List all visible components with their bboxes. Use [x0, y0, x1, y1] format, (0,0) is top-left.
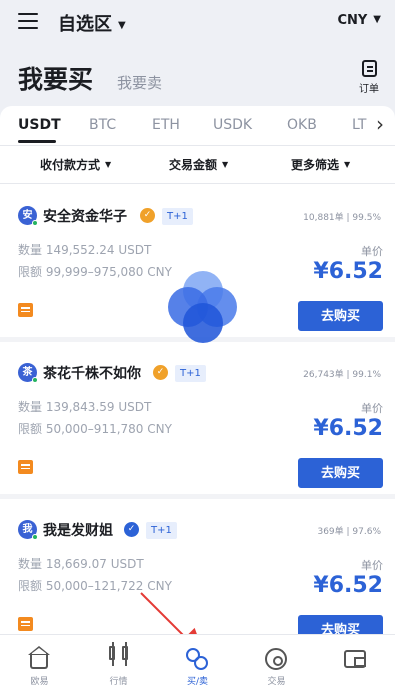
quantity-text: 数量 18,669.07 USDT [18, 557, 144, 571]
market-panel: USDT BTC ETH USDK OKB LT › 收付款方式 ▼ 交易金额 ▼ … [0, 106, 395, 645]
filter-label: 更多筛选 [291, 158, 340, 172]
filter-label: 收付款方式 [40, 158, 101, 172]
buy-sell-icon [186, 648, 208, 670]
t-plus-badge: T+1 [146, 522, 177, 539]
buy-button[interactable]: 去购买 [298, 301, 383, 331]
home-icon [30, 653, 48, 669]
verified-badge-icon: ✓ [140, 208, 155, 223]
merchant-card: 我 我是发财姐 ✓ T+1 369单 | 97.6% 数量 18,669.07 … [0, 499, 395, 645]
verified-badge-icon: ✓ [153, 365, 168, 380]
filter-bar: 收付款方式 ▼ 交易金额 ▼ 更多筛选 ▼ [0, 145, 395, 183]
avatar-text: 茶 [22, 367, 33, 378]
document-icon [361, 60, 377, 77]
avatar[interactable]: 茶 [18, 363, 38, 383]
unit-price: ¥6.52 [313, 416, 383, 441]
nav-label: 交易 [267, 677, 286, 687]
chevron-right-icon[interactable]: › [370, 114, 390, 134]
verified-badge-icon: ✓ [124, 522, 139, 537]
chevron-down-icon: ▼ [222, 160, 229, 169]
chevron-down-icon: ▼ [118, 20, 126, 31]
nav-trade[interactable]: 交易 [237, 635, 316, 687]
limit-text: 限额 50,000–121,722 CNY [18, 579, 172, 593]
nav-home[interactable]: 欧易 [0, 635, 79, 687]
online-status-icon [32, 377, 38, 383]
unit-price-label: 单价 [361, 559, 383, 572]
online-status-icon [32, 220, 38, 226]
bank-card-icon [18, 460, 33, 474]
tab-eth[interactable]: ETH [152, 117, 180, 133]
buy-title[interactable]: 我要买 [18, 60, 93, 96]
currency-label: CNY [337, 13, 368, 28]
merchant-stats: 10,881单 | 99.5% [303, 213, 381, 223]
more-filter[interactable]: 更多筛选 ▼ [291, 156, 350, 173]
chart-icon [109, 642, 115, 666]
payment-method-filter[interactable]: 收付款方式 ▼ [40, 156, 111, 173]
merchant-name[interactable]: 安全资金华子 [43, 206, 127, 226]
top-bar: 自选区 ▼ CNY ▼ [0, 0, 395, 44]
nav-label: 欧易 [30, 677, 49, 687]
orders-button[interactable]: 订单 [350, 60, 388, 100]
tab-lt[interactable]: LT [352, 117, 366, 133]
avatar[interactable]: 我 [18, 520, 38, 540]
bank-card-icon [18, 617, 33, 631]
coin-tabs: USDT BTC ETH USDK OKB LT › [0, 106, 395, 144]
active-tab-indicator [18, 140, 56, 143]
t-plus-badge: T+1 [162, 208, 193, 225]
quantity-text: 数量 149,552.24 USDT [18, 243, 152, 257]
merchant-name[interactable]: 我是发财姐 [43, 520, 113, 540]
chevron-down-icon: ▼ [105, 160, 112, 169]
chart-icon [122, 642, 128, 666]
divider [0, 183, 395, 184]
avatar-text: 安 [22, 210, 33, 221]
merchant-stats: 26,743单 | 99.1% [303, 370, 381, 380]
t-plus-badge: T+1 [175, 365, 206, 382]
nav-label: 买/卖 [186, 677, 209, 687]
online-status-icon [32, 534, 38, 540]
tab-usdt[interactable]: USDT [18, 117, 61, 133]
tab-btc[interactable]: BTC [89, 117, 116, 133]
chevron-down-icon: ▼ [373, 14, 381, 25]
loading-spinner-icon [165, 271, 237, 343]
unit-price: ¥6.52 [313, 259, 383, 284]
buy-button[interactable]: 去购买 [298, 458, 383, 488]
quantity-text: 数量 139,843.59 USDT [18, 400, 152, 414]
filter-label: 交易金额 [169, 158, 218, 172]
merchant-card: 茶 茶花千株不如你 ✓ T+1 26,743单 | 99.1% 数量 139,8… [0, 342, 395, 494]
unit-price-label: 单价 [361, 402, 383, 415]
orders-label: 订单 [359, 84, 379, 95]
limit-text: 限额 99,999–975,080 CNY [18, 265, 172, 279]
tab-okb[interactable]: OKB [287, 117, 317, 133]
region-title: 自选区 [58, 14, 112, 35]
merchant-stats: 369单 | 97.6% [317, 527, 381, 537]
sell-tab[interactable]: 我要卖 [117, 72, 162, 93]
tab-usdk[interactable]: USDK [213, 117, 252, 133]
p2p-market-screen: 自选区 ▼ CNY ▼ 我要买 我要卖 订单 USDT BTC ETH USDK O… [0, 0, 395, 687]
merchant-name[interactable]: 茶花千株不如你 [43, 363, 141, 383]
nav-wallet[interactable] [316, 635, 395, 687]
nav-label: 行情 [109, 677, 128, 687]
amount-filter[interactable]: 交易金额 ▼ [169, 156, 228, 173]
bottom-navigation: 欧易 行情 买/卖 交易 [0, 634, 395, 687]
trade-icon [265, 648, 287, 670]
bank-card-icon [18, 303, 33, 317]
nav-buy-sell[interactable]: 买/卖 [158, 635, 237, 687]
avatar[interactable]: 安 [18, 206, 38, 226]
unit-price-label: 单价 [361, 245, 383, 258]
menu-icon[interactable] [18, 13, 38, 31]
currency-selector[interactable]: CNY ▼ [337, 13, 381, 28]
nav-market[interactable]: 行情 [79, 635, 158, 687]
wallet-icon [344, 650, 366, 668]
avatar-text: 我 [22, 524, 33, 535]
chevron-down-icon: ▼ [344, 160, 351, 169]
unit-price: ¥6.52 [313, 573, 383, 598]
region-selector[interactable]: 自选区 ▼ [58, 10, 126, 36]
limit-text: 限额 50,000–911,780 CNY [18, 422, 172, 436]
